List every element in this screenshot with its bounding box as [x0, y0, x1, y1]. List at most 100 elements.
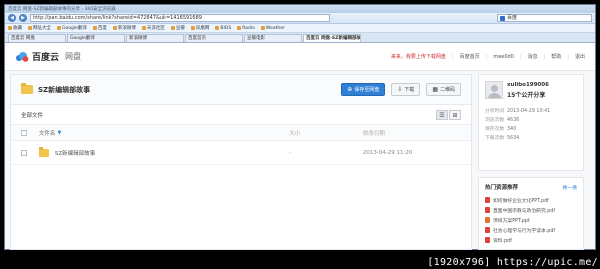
list-item[interactable]: 资料.pdf — [485, 235, 577, 245]
breadcrumb-all-files[interactable]: 全部文件 — [21, 111, 43, 119]
favorite-icon — [260, 26, 265, 30]
download-button[interactable]: ⇩ 下载 — [391, 83, 421, 96]
refresh-link[interactable]: 换一换 — [563, 184, 577, 191]
save-icon: ⊕ — [347, 86, 353, 93]
breadcrumb: 全部文件 ☰ ⊞ — [11, 105, 471, 125]
table-header: 文件名 ▼ 大小 修改日期 — [11, 125, 471, 141]
window-title: 百度云 网盘-SZ新编辑部故事的分享 - 360安全浏览器 — [8, 7, 116, 12]
view-toggle: ☰ ⊞ — [436, 109, 461, 120]
divider: | — [543, 53, 546, 60]
hot-title: 热门资源推荐 — [485, 185, 519, 191]
favorites-bar: 收藏 网址大全 Google翻译 百度 新浪微博 天涯社区 豆瓣 凤凰网 BIO… — [5, 24, 595, 33]
browser-tab-active[interactable]: 百度云 网盘-SZ新编辑部故事... — [303, 34, 361, 42]
browser-tab[interactable]: Google翻译 — [67, 34, 125, 42]
favorite-item[interactable]: Weather — [260, 26, 285, 31]
brand[interactable]: 百度云 网盘 — [15, 50, 81, 63]
list-view-icon[interactable]: ☰ — [436, 109, 448, 120]
folder-header: SZ新编辑部故事 ⊕ 保存至网盘 ⇩ 下载 ▦ 二维码 — [11, 75, 471, 105]
column-date[interactable]: 修改日期 — [363, 129, 461, 137]
favorite-item[interactable]: 凤凰网 — [190, 25, 209, 31]
file-size: - — [289, 149, 292, 156]
favorite-icon — [8, 26, 12, 30]
favorite-item[interactable]: 网址大全 — [28, 25, 51, 31]
share-panel: SZ新编辑部故事 ⊕ 保存至网盘 ⇩ 下载 ▦ 二维码 全部文件 ☰ ⊞ 文件名… — [10, 74, 472, 250]
folder-icon — [21, 83, 33, 94]
list-item[interactable]: 如何做好企业文化PPT.pdf — [485, 195, 577, 205]
favorite-item[interactable]: 豆瓣 — [170, 25, 185, 31]
favorite-icon — [170, 26, 175, 30]
pdf-icon — [485, 227, 490, 233]
user-card: xulibo199006 15个公开分享 分享时间 2013-04-29 10:4… — [478, 74, 584, 171]
meta-row: 分享时间 2013-04-29 10:41 — [485, 109, 551, 114]
list-item[interactable]: 项目方案PPT.ppt — [485, 215, 577, 225]
nav-user[interactable]: mee0d0 — [493, 54, 514, 60]
qrcode-button[interactable]: ▦ 二维码 — [426, 83, 461, 96]
search-value: 百度 — [507, 15, 518, 21]
column-name[interactable]: 文件名 ▼ — [39, 129, 289, 137]
address-row: ◀ ▶ http://pan.baidu.com/share/link?shar… — [5, 13, 595, 24]
select-all-checkbox[interactable] — [21, 129, 27, 136]
favorite-item[interactable]: 百度 — [92, 25, 107, 31]
meta-row: 保存次数 340 — [485, 127, 517, 132]
row-checkbox[interactable] — [21, 149, 27, 156]
address-bar[interactable]: http://pan.baidu.com/share/link?shareid=… — [30, 14, 330, 22]
search-area: 百度 — [497, 14, 592, 22]
user-name[interactable]: xulibo199006 — [507, 82, 549, 88]
file-name-cell: SZ新编辑部故事 — [38, 146, 289, 157]
pdf-icon — [485, 207, 490, 213]
qrcode-icon: ▦ — [432, 86, 438, 93]
tab-strip: 百度云 网盘 Google翻译 新浪微博 百度首页 豆瓣电影 百度云 网盘-SZ… — [5, 33, 595, 43]
favorite-icon — [28, 26, 32, 30]
favorite-item[interactable]: Radio — [237, 26, 255, 31]
meta-row: 浏览次数 4636 — [485, 118, 520, 123]
favorite-item[interactable]: BIOS — [215, 26, 231, 31]
favorite-item[interactable]: 新浪微博 — [112, 25, 136, 31]
watermark: [1920x796] https://upic.me/ — [427, 257, 598, 268]
share-meta: 分享时间 2013-04-29 10:41 浏览次数 4636 保存次数 340 下载… — [485, 107, 577, 143]
grid-view-icon[interactable]: ⊞ — [449, 109, 461, 120]
list-item[interactable]: 直面中国宗教与政治研究.pdf — [485, 205, 577, 215]
favorite-icon — [112, 26, 117, 30]
divider: | — [485, 53, 488, 60]
favorite-icon — [215, 26, 220, 30]
nav-home[interactable]: 百度首页 — [460, 53, 480, 60]
promo-link[interactable]: 来来，我要上传下载网盘 — [391, 53, 446, 60]
site-header: 百度云 网盘 来来，我要上传下载网盘 | 百度首页 | mee0d0 | 消息 … — [5, 43, 595, 71]
brand-sub: 网盘 — [65, 52, 82, 61]
favorite-icon — [237, 26, 242, 30]
favorite-icon — [190, 26, 195, 30]
download-icon: ⇩ — [397, 86, 403, 93]
nav-logout[interactable]: 退出 — [575, 53, 585, 60]
forward-icon[interactable]: ▶ — [19, 14, 27, 22]
nav-messages[interactable]: 消息 — [528, 53, 538, 60]
user-info: xulibo199006 15个公开分享 — [507, 82, 549, 99]
favorite-icon — [57, 26, 61, 30]
avatar[interactable] — [485, 81, 503, 99]
column-size[interactable]: 大小 — [289, 129, 363, 137]
browser-tab[interactable]: 百度云 网盘 — [8, 34, 66, 42]
pdf-icon — [485, 197, 490, 203]
pdf-icon — [485, 237, 490, 243]
divider: | — [451, 53, 454, 60]
user-top: xulibo199006 15个公开分享 — [485, 81, 577, 99]
back-icon[interactable]: ◀ — [8, 14, 16, 22]
browser-tab[interactable]: 豆瓣电影 — [244, 34, 302, 42]
favorite-item[interactable]: Google翻译 — [57, 25, 87, 31]
browser-tab[interactable]: 新浪微博 — [126, 34, 184, 42]
list-item[interactable]: 社会心理学与行为学读本.pdf — [485, 225, 577, 235]
browser-tab[interactable]: 百度首页 — [185, 34, 243, 42]
share-count[interactable]: 15个公开分享 — [507, 90, 549, 99]
nav-help[interactable]: 帮助 — [551, 53, 561, 60]
favorite-item[interactable]: 收藏 — [8, 25, 22, 31]
hot-resources: 热门资源推荐 换一换 如何做好企业文化PPT.pdf 直面中国宗教与政治研究.p… — [478, 177, 584, 250]
save-to-pan-button[interactable]: ⊕ 保存至网盘 — [341, 83, 386, 96]
folder-icon — [38, 146, 49, 157]
table-row[interactable]: SZ新编辑部故事 - 2013-04-29 11:20 — [11, 141, 471, 165]
file-name[interactable]: SZ新编辑部故事 — [55, 149, 95, 157]
search-input[interactable]: 百度 — [497, 14, 592, 22]
divider: | — [567, 53, 569, 60]
favorite-item[interactable]: 天涯社区 — [141, 25, 165, 31]
sort-arrow-icon: ▼ — [57, 129, 62, 136]
meta-row: 下载次数 5634 — [485, 136, 520, 141]
divider: | — [519, 53, 522, 60]
